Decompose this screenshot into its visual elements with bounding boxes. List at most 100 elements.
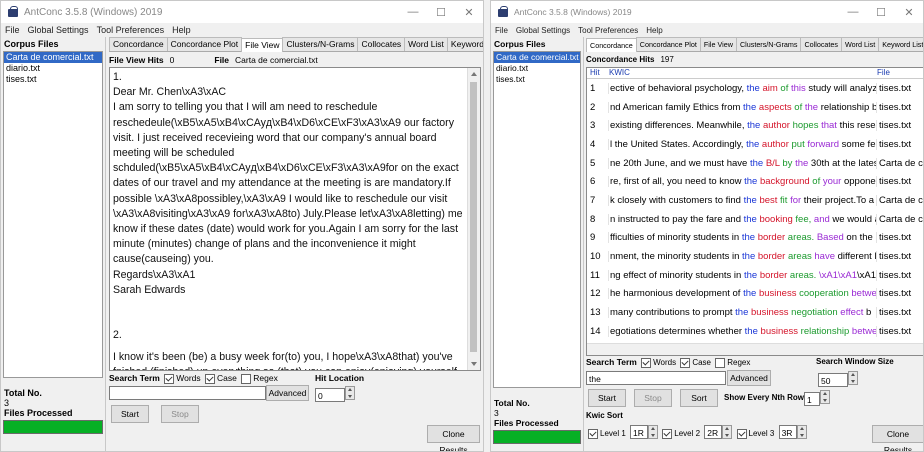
table-row[interactable]: 12 he harmonious development of the busin…	[587, 285, 923, 304]
level3-checkbox[interactable]	[736, 428, 747, 439]
advanced-button[interactable]: Advanced	[266, 385, 309, 401]
table-row[interactable]: 9 fficulties of minority students in the …	[587, 229, 923, 248]
spin-icon[interactable]	[345, 386, 355, 400]
menu-file[interactable]: File	[5, 25, 20, 35]
tab-concordance[interactable]: Concordance	[109, 37, 168, 51]
nth-row-stepper[interactable]: 1	[804, 390, 830, 408]
title-bar[interactable]: AntConc 3.5.8 (Windows) 2019 — ☐ ✕	[491, 1, 923, 23]
right-word-1: B/L	[765, 157, 780, 169]
scroll-thumb[interactable]	[470, 82, 477, 352]
scroll-up-icon[interactable]	[471, 72, 477, 76]
spin-icon[interactable]	[848, 371, 858, 385]
case-checkbox[interactable]	[205, 373, 216, 384]
stop-button[interactable]: Stop	[634, 389, 672, 407]
words-checkbox[interactable]	[164, 373, 175, 384]
start-button[interactable]: Start	[111, 405, 149, 423]
tab-word-list[interactable]: Word List	[404, 37, 448, 51]
spin-icon[interactable]	[796, 425, 807, 439]
tab-concordance[interactable]: Concordance	[586, 38, 637, 52]
table-row[interactable]: 6 re, first of all, you need to know the …	[587, 172, 923, 191]
col-hit-header[interactable]: Hit	[587, 68, 608, 78]
tab-keyword-list[interactable]: Keyword List	[446, 37, 483, 51]
tab-concordance-plot[interactable]: Concordance Plot	[635, 37, 701, 51]
nth-row-value[interactable]: 1	[804, 392, 820, 406]
close-icon[interactable]: ✕	[455, 1, 483, 23]
clone-results-button[interactable]: Clone Results	[872, 425, 923, 451]
corpus-file-item[interactable]: tises.txt	[494, 74, 580, 85]
level3-value[interactable]: 3R	[778, 425, 797, 439]
window-title: AntConc 3.5.8 (Windows) 2019	[514, 7, 632, 17]
tab-clusters[interactable]: Clusters/N-Grams	[282, 37, 359, 51]
col-file-header[interactable]: File	[875, 68, 923, 78]
start-button[interactable]: Start	[588, 389, 626, 407]
hit-location-stepper[interactable]: 0	[315, 386, 355, 404]
file-text-view[interactable]: 1. Dear Mr. Chen\xA3\xAC I am sorry to t…	[109, 67, 481, 371]
menu-global-settings[interactable]: Global Settings	[516, 26, 570, 35]
search-term-input[interactable]	[109, 386, 266, 400]
clone-results-button[interactable]: Clone Results	[427, 425, 480, 451]
regex-checkbox[interactable]	[715, 357, 726, 368]
table-row[interactable]: 5 ne 20th June, and we must have the B/L …	[587, 154, 923, 173]
table-row[interactable]: 7 k closely with customers to find the be…	[587, 191, 923, 210]
tab-keyword-list[interactable]: Keyword List	[878, 37, 923, 51]
advanced-button[interactable]: Advanced	[727, 370, 771, 386]
corpus-file-list[interactable]: Carta de comercial.txt diario.txt tises.…	[3, 51, 103, 378]
spin-icon[interactable]	[820, 390, 830, 404]
tab-file-view[interactable]: File View	[241, 38, 284, 52]
col-kwic-header[interactable]: KWIC	[608, 68, 875, 78]
level1-checkbox[interactable]	[588, 428, 598, 439]
menu-tool-preferences[interactable]: Tool Preferences	[97, 25, 165, 35]
maximize-icon[interactable]: ☐	[867, 1, 895, 23]
table-row[interactable]: 14 egotiations determines whether the bus…	[587, 322, 923, 341]
tab-clusters[interactable]: Clusters/N-Grams	[735, 37, 802, 51]
table-row[interactable]: 2 nd American family Ethics from the aspe…	[587, 98, 923, 117]
table-row[interactable]: 4 l the United States. Accordingly, the a…	[587, 135, 923, 154]
concordance-table[interactable]: Hit KWIC File 1 ective of behavioral psyc…	[586, 67, 923, 356]
minimize-icon[interactable]: —	[399, 1, 427, 23]
table-row[interactable]: 10 nment, the minority students in the bo…	[587, 247, 923, 266]
menu-help[interactable]: Help	[172, 25, 191, 35]
minimize-icon[interactable]: —	[839, 1, 867, 23]
close-icon[interactable]: ✕	[895, 1, 923, 23]
level2-value[interactable]: 2R	[704, 425, 723, 439]
regex-checkbox[interactable]	[241, 373, 252, 384]
level1-value[interactable]: 1R	[630, 425, 649, 439]
sort-button[interactable]: Sort	[680, 389, 718, 407]
tab-concordance-plot[interactable]: Concordance Plot	[166, 37, 243, 51]
search-window-value[interactable]: 50	[818, 373, 848, 387]
search-window-stepper[interactable]: 50	[818, 371, 858, 389]
tab-collocates[interactable]: Collocates	[800, 37, 843, 51]
title-bar[interactable]: AntConc 3.5.8 (Windows) 2019 — ☐ ✕	[1, 1, 483, 23]
corpus-file-item[interactable]: diario.txt	[494, 63, 580, 74]
horizontal-scrollbar[interactable]	[587, 343, 923, 355]
table-row[interactable]: 13 many contributions to prompt the busin…	[587, 303, 923, 322]
spin-icon[interactable]	[648, 425, 659, 439]
corpus-file-item[interactable]: Carta de comercial.txt	[4, 52, 102, 63]
words-checkbox[interactable]	[641, 357, 652, 368]
maximize-icon[interactable]: ☐	[427, 1, 455, 23]
spin-icon[interactable]	[722, 425, 733, 439]
tab-collocates[interactable]: Collocates	[357, 37, 406, 51]
menu-file[interactable]: File	[495, 26, 508, 35]
vertical-scrollbar[interactable]	[467, 68, 480, 370]
corpus-file-list[interactable]: Carta de comercial.txt diario.txt tises.…	[493, 51, 581, 388]
table-row[interactable]: 8 n instructed to pay the fare and the bo…	[587, 210, 923, 229]
menu-global-settings[interactable]: Global Settings	[28, 25, 89, 35]
menu-help[interactable]: Help	[646, 26, 662, 35]
corpus-file-item[interactable]: tises.txt	[4, 74, 102, 85]
scroll-down-icon[interactable]	[471, 362, 477, 366]
corpus-file-item[interactable]: Carta de comercial.txt	[494, 52, 580, 63]
search-term-input[interactable]: the	[586, 371, 726, 385]
tool-tabs: Concordance Concordance Plot File View C…	[109, 37, 483, 52]
table-row[interactable]: 3 existing differences. Meanwhile, the au…	[587, 116, 923, 135]
tab-file-view[interactable]: File View	[699, 37, 737, 51]
stop-button[interactable]: Stop	[161, 405, 199, 423]
level2-checkbox[interactable]	[662, 428, 673, 439]
tab-word-list[interactable]: Word List	[841, 37, 880, 51]
table-row[interactable]: 11 ng effect of minority students in the …	[587, 266, 923, 285]
table-row[interactable]: 1 ective of behavioral psychology, the ai…	[587, 79, 923, 98]
menu-tool-preferences[interactable]: Tool Preferences	[578, 26, 638, 35]
case-checkbox[interactable]	[680, 357, 691, 368]
hit-location-value[interactable]: 0	[315, 388, 345, 402]
corpus-file-item[interactable]: diario.txt	[4, 63, 102, 74]
